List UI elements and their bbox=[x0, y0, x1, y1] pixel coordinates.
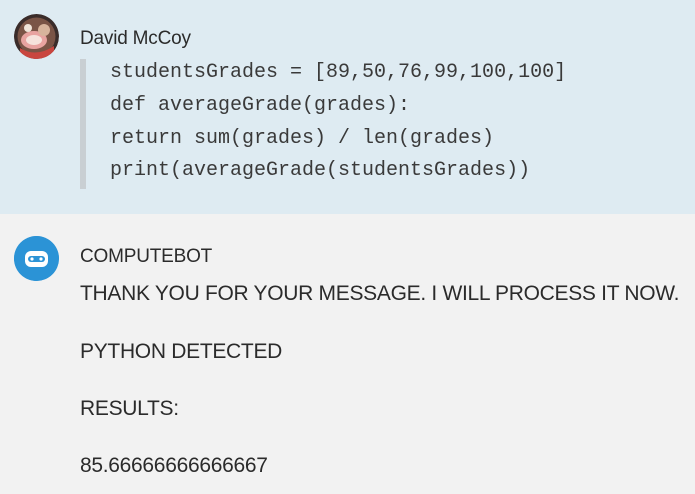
sender-name: COMPUTEBOT bbox=[80, 246, 213, 267]
bot-message-line: THANK YOU FOR YOUR MESSAGE. I WILL PROCE… bbox=[80, 282, 680, 305]
bot-message-line: PYTHON DETECTED bbox=[80, 340, 283, 363]
code-line: return sum(grades) / len(grades) bbox=[110, 127, 495, 150]
bot-avatar[interactable] bbox=[14, 236, 59, 281]
bot-message-line: RESULTS: bbox=[80, 397, 179, 420]
user-message: David McCoy studentsGrades = [89,50,76,9… bbox=[0, 0, 695, 214]
code-line: def averageGrade(grades): bbox=[110, 94, 411, 117]
bot-message: COMPUTEBOT THANK YOU FOR YOUR MESSAGE. I… bbox=[0, 214, 695, 494]
code-line: print(averageGrade(studentsGrades)) bbox=[110, 159, 531, 182]
bot-result-value: 85.66666666666667 bbox=[80, 454, 268, 477]
code-line: studentsGrades = [89,50,76,99,100,100] bbox=[110, 61, 567, 84]
code-block: studentsGrades = [89,50,76,99,100,100] d… bbox=[80, 59, 646, 189]
robot-icon bbox=[14, 236, 59, 281]
user-avatar[interactable] bbox=[14, 14, 59, 59]
user-photo-icon bbox=[14, 14, 59, 59]
chat-thread: David McCoy studentsGrades = [89,50,76,9… bbox=[0, 0, 695, 494]
sender-name: David McCoy bbox=[80, 28, 191, 49]
